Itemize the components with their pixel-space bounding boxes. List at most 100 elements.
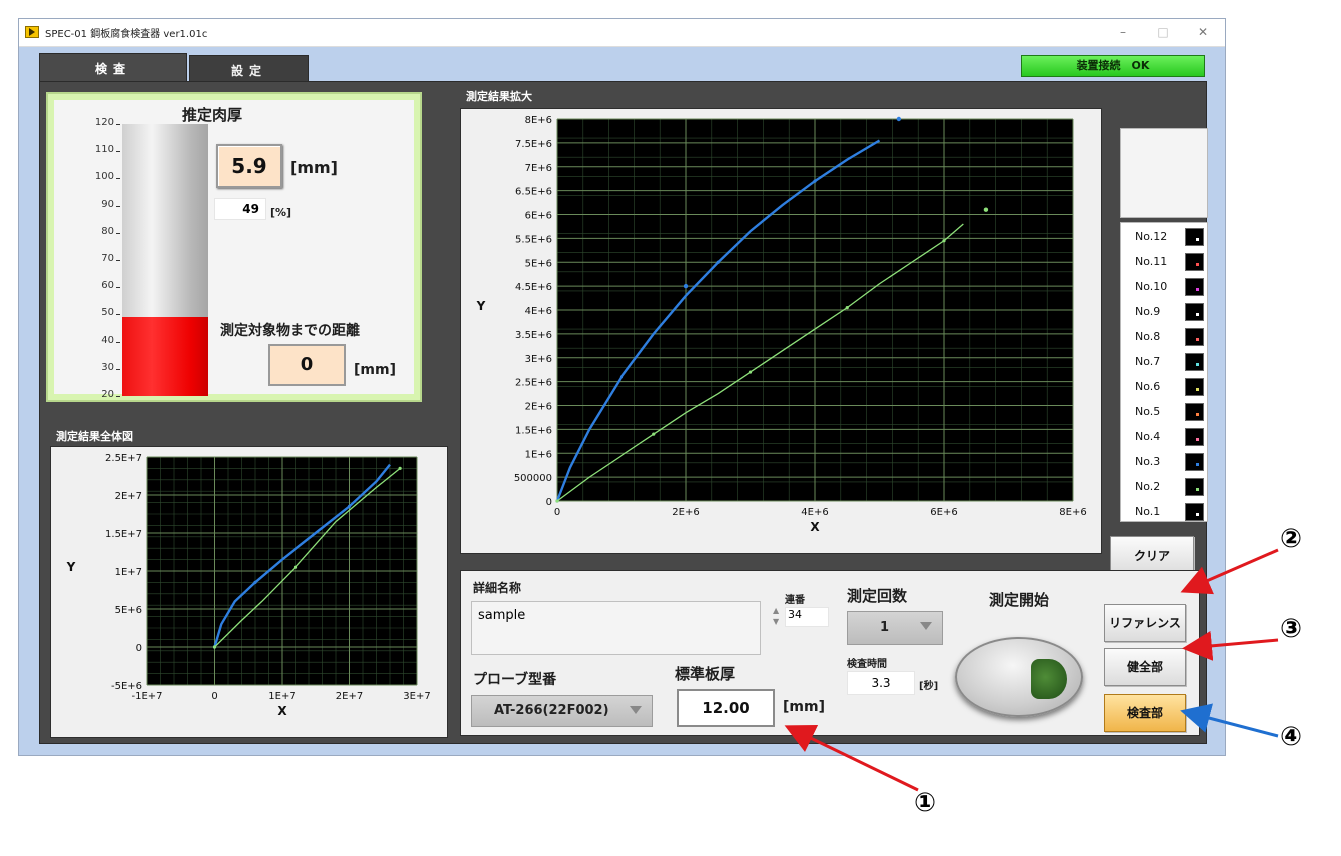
tank-scale-tick-label: 30 — [101, 361, 114, 373]
legend-item-no11[interactable]: No.11 — [1121, 250, 1207, 275]
start-measure-button[interactable] — [955, 637, 1083, 717]
series-point — [748, 370, 753, 374]
series-point — [212, 645, 217, 649]
maximize-button[interactable]: □ — [1149, 23, 1177, 41]
serial-input[interactable]: 34 — [785, 607, 829, 627]
legend-item-no2[interactable]: No.2 — [1121, 475, 1207, 500]
inspection-time-value: 3.3 — [847, 671, 915, 695]
series-point — [293, 565, 298, 569]
start-measure-label: 測定開始 — [989, 591, 1050, 609]
legend-swatch — [1185, 228, 1204, 246]
annotation-marker-2: ② — [1280, 524, 1303, 554]
chevron-down-icon — [920, 622, 932, 630]
probe-model-label: プローブ型番 — [473, 672, 557, 688]
overview-graph-caption: 測定結果全体図 — [56, 430, 133, 443]
legend-item-label: No.9 — [1135, 305, 1161, 318]
plot-legend: No.12 No.11 No.10 No.9 No.8 No.7 No.6 No.5 No.4 N… — [1120, 222, 1208, 522]
series-point — [813, 179, 817, 183]
detail-name-input[interactable]: sample — [471, 601, 761, 655]
tank-scale-tick-label: 70 — [101, 253, 114, 264]
y-tick-label: 7.5E+6 — [515, 139, 552, 150]
zoom-graph[interactable]: 0 2E+6 4E+6 6E+6 8E+6 8E+6 7.5E+6 7E+6 6.5E+6 6E+… — [461, 109, 1101, 553]
close-button[interactable]: ✕ — [1189, 23, 1217, 41]
inspection-part-button[interactable]: 検査部 — [1104, 694, 1186, 732]
legend-swatch — [1185, 453, 1204, 471]
probe-model-select[interactable]: AT-266(22F002) — [471, 695, 653, 727]
standard-thickness-unit: [mm] — [783, 699, 825, 715]
x-tick-label: 0 — [211, 691, 217, 702]
legend-item-no10[interactable]: No.10 — [1121, 275, 1207, 300]
distance-value: 0 — [268, 344, 346, 386]
series-point — [683, 283, 689, 289]
healthy-part-button[interactable]: 健全部 — [1104, 648, 1186, 686]
series-point — [983, 207, 989, 212]
zoom-graph-panel: 0 2E+6 4E+6 6E+6 8E+6 8E+6 7.5E+6 7E+6 6.5E+6 6E+… — [460, 108, 1102, 554]
series-point — [845, 306, 849, 310]
legend-item-label: No.1 — [1135, 505, 1161, 518]
series-point — [347, 504, 352, 508]
legend-item-no3[interactable]: No.3 — [1121, 450, 1207, 475]
zoom-graph-caption: 測定結果拡大 — [466, 90, 532, 103]
legend-item-no1[interactable]: No.1 — [1121, 500, 1207, 525]
serial-label: 連番 — [785, 595, 805, 606]
series-point — [253, 580, 257, 584]
distance-unit: [mm] — [354, 362, 396, 378]
measure-count-select[interactable]: 1 — [847, 611, 943, 645]
minimize-button[interactable]: – — [1109, 23, 1137, 41]
legend-swatch-dot — [1196, 288, 1199, 291]
y-tick-label: 5E+6 — [115, 605, 142, 616]
legend-swatch-dot — [1196, 313, 1199, 316]
y-tick-label: 0 — [546, 497, 552, 508]
y-tick-label: 500000 — [514, 473, 552, 484]
overview-graph[interactable]: -1E+7 0 1E+7 2E+7 3E+7 2.5E+7 2E+7 1.5E+7 1E+7 5E… — [51, 447, 447, 737]
probe-model-value: AT-266(22F002) — [494, 703, 609, 718]
y-tick-label: 5E+6 — [525, 258, 552, 269]
annotation-marker-4: ④ — [1280, 722, 1303, 752]
tank-scale-tick-mark — [116, 260, 120, 261]
legend-swatch — [1185, 253, 1204, 271]
tank-scale-tick-label: 120 — [94, 117, 114, 128]
app-window: SPEC-01 鋼板腐食検査器 ver1.01c – □ ✕ 検査 設定 装置接… — [18, 18, 1226, 756]
tank-scale-tick-mark — [116, 341, 120, 343]
y-tick-label: 1E+7 — [115, 567, 142, 578]
y-tick-label: 4.5E+6 — [515, 282, 552, 293]
legend-item-no5[interactable]: No.5 — [1121, 400, 1207, 425]
tank-scale-tick-mark — [116, 232, 120, 234]
y-tick-label: 1.5E+7 — [105, 529, 142, 540]
legend-item-no8[interactable]: No.8 — [1121, 325, 1207, 350]
y-axis-label: Y — [66, 560, 76, 574]
thickness-percent-unit: [%] — [270, 206, 292, 219]
legend-swatch — [1185, 378, 1204, 396]
legend-header — [1120, 128, 1208, 218]
y-tick-label: 2.5E+6 — [515, 378, 552, 389]
standard-thickness-input[interactable]: 12.00 — [677, 689, 775, 727]
y-tick-label: 2.5E+7 — [105, 453, 142, 464]
legend-item-no12[interactable]: No.12 — [1121, 225, 1207, 250]
legend-swatch — [1185, 403, 1204, 421]
x-tick-label: 6E+6 — [930, 507, 957, 518]
legend-item-no4[interactable]: No.4 — [1121, 425, 1207, 450]
legend-item-no9[interactable]: No.9 — [1121, 300, 1207, 325]
tank-scale-tick-mark — [116, 396, 120, 397]
legend-swatch-dot — [1196, 438, 1199, 441]
y-tick-label: 8E+6 — [525, 115, 552, 126]
legend-item-label: No.3 — [1135, 455, 1161, 468]
thickness-percent: 49 — [214, 198, 266, 220]
legend-item-label: No.12 — [1135, 230, 1168, 243]
tank-scale-tick-mark — [116, 368, 120, 370]
legend-swatch-dot — [1196, 513, 1199, 516]
y-tick-label: 1.5E+6 — [515, 425, 552, 436]
tank-scale-tick-mark — [116, 151, 120, 153]
legend-item-no6[interactable]: No.6 — [1121, 375, 1207, 400]
reference-button[interactable]: リファレンス — [1104, 604, 1186, 642]
y-tick-label: -5E+6 — [111, 681, 142, 692]
legend-item-no7[interactable]: No.7 — [1121, 350, 1207, 375]
y-axis-label: Y — [476, 299, 486, 313]
x-tick-label: -1E+7 — [131, 691, 162, 702]
serial-spinner-icon[interactable]: ▲ ▼ — [773, 605, 785, 629]
x-axis-label: X — [277, 704, 287, 718]
annotation-marker-1: ① — [914, 788, 937, 818]
y-tick-label: 2E+6 — [525, 402, 552, 413]
x-tick-label: 0 — [554, 507, 560, 518]
grid-lines — [146, 456, 418, 686]
